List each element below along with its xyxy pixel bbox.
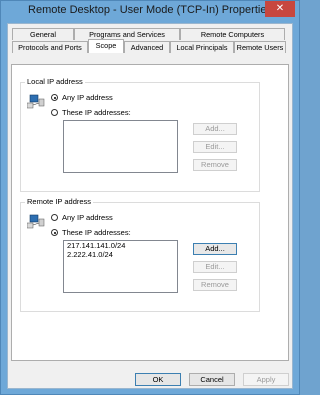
remote-edit-button[interactable]: Edit... (193, 261, 237, 273)
remote-ip-list[interactable]: 217.141.141.0/24 2.222.41.0/24 (63, 240, 178, 293)
title-bar[interactable]: Remote Desktop - User Mode (TCP-In) Prop… (1, 1, 299, 21)
local-remove-button[interactable]: Remove (193, 159, 237, 171)
remote-remove-button[interactable]: Remove (193, 279, 237, 291)
remote-these-ip-label: These IP addresses: (62, 228, 131, 237)
remote-add-button[interactable]: Add... (193, 243, 237, 255)
cancel-button[interactable]: Cancel (189, 373, 235, 386)
close-icon[interactable]: ✕ (276, 3, 284, 14)
tab-advanced[interactable]: Advanced (124, 41, 170, 53)
window-title: Remote Desktop - User Mode (TCP-In) Prop… (28, 4, 272, 16)
tab-protocols-and-ports[interactable]: Protocols and Ports (12, 41, 88, 53)
dialog-client-area: General Programs and Services Remote Com… (7, 23, 293, 389)
local-ip-group-label: Local IP address (25, 77, 85, 86)
local-these-ip-label: These IP addresses: (62, 108, 131, 117)
local-these-ip-option[interactable]: These IP addresses: (51, 108, 131, 117)
local-these-ip-radio[interactable] (51, 109, 58, 116)
local-any-ip-option[interactable]: Any IP address (51, 93, 113, 102)
tab-scope[interactable]: Scope (88, 39, 124, 53)
properties-dialog: Remote Desktop - User Mode (TCP-In) Prop… (0, 0, 300, 395)
list-item[interactable]: 2.222.41.0/24 (64, 250, 177, 259)
local-any-ip-radio[interactable] (51, 94, 58, 101)
tab-general[interactable]: General (12, 28, 74, 40)
tab-local-principals[interactable]: Local Principals (170, 41, 234, 53)
remote-these-ip-option[interactable]: These IP addresses: (51, 228, 131, 237)
tab-remote-computers[interactable]: Remote Computers (180, 28, 285, 40)
computer-network-icon (27, 214, 45, 229)
remote-any-ip-radio[interactable] (51, 214, 58, 221)
list-item[interactable]: 217.141.141.0/24 (64, 241, 177, 250)
ok-button[interactable]: OK (135, 373, 181, 386)
tab-remote-users[interactable]: Remote Users (234, 41, 286, 53)
close-button[interactable]: ✕ (265, 1, 295, 17)
local-any-ip-label: Any IP address (62, 93, 113, 102)
remote-any-ip-label: Any IP address (62, 213, 113, 222)
remote-ip-group-label: Remote IP address (25, 197, 94, 206)
local-add-button[interactable]: Add... (193, 123, 237, 135)
remote-these-ip-radio[interactable] (51, 229, 58, 236)
local-edit-button[interactable]: Edit... (193, 141, 237, 153)
local-ip-list[interactable] (63, 120, 178, 173)
scope-tab-panel: Local IP address Any IP address These IP… (11, 64, 289, 361)
local-ip-group: Local IP address Any IP address These IP… (20, 77, 260, 192)
apply-button[interactable]: Apply (243, 373, 289, 386)
computer-network-icon (27, 94, 45, 109)
remote-any-ip-option[interactable]: Any IP address (51, 213, 113, 222)
remote-ip-group: Remote IP address Any IP address These I… (20, 197, 260, 312)
